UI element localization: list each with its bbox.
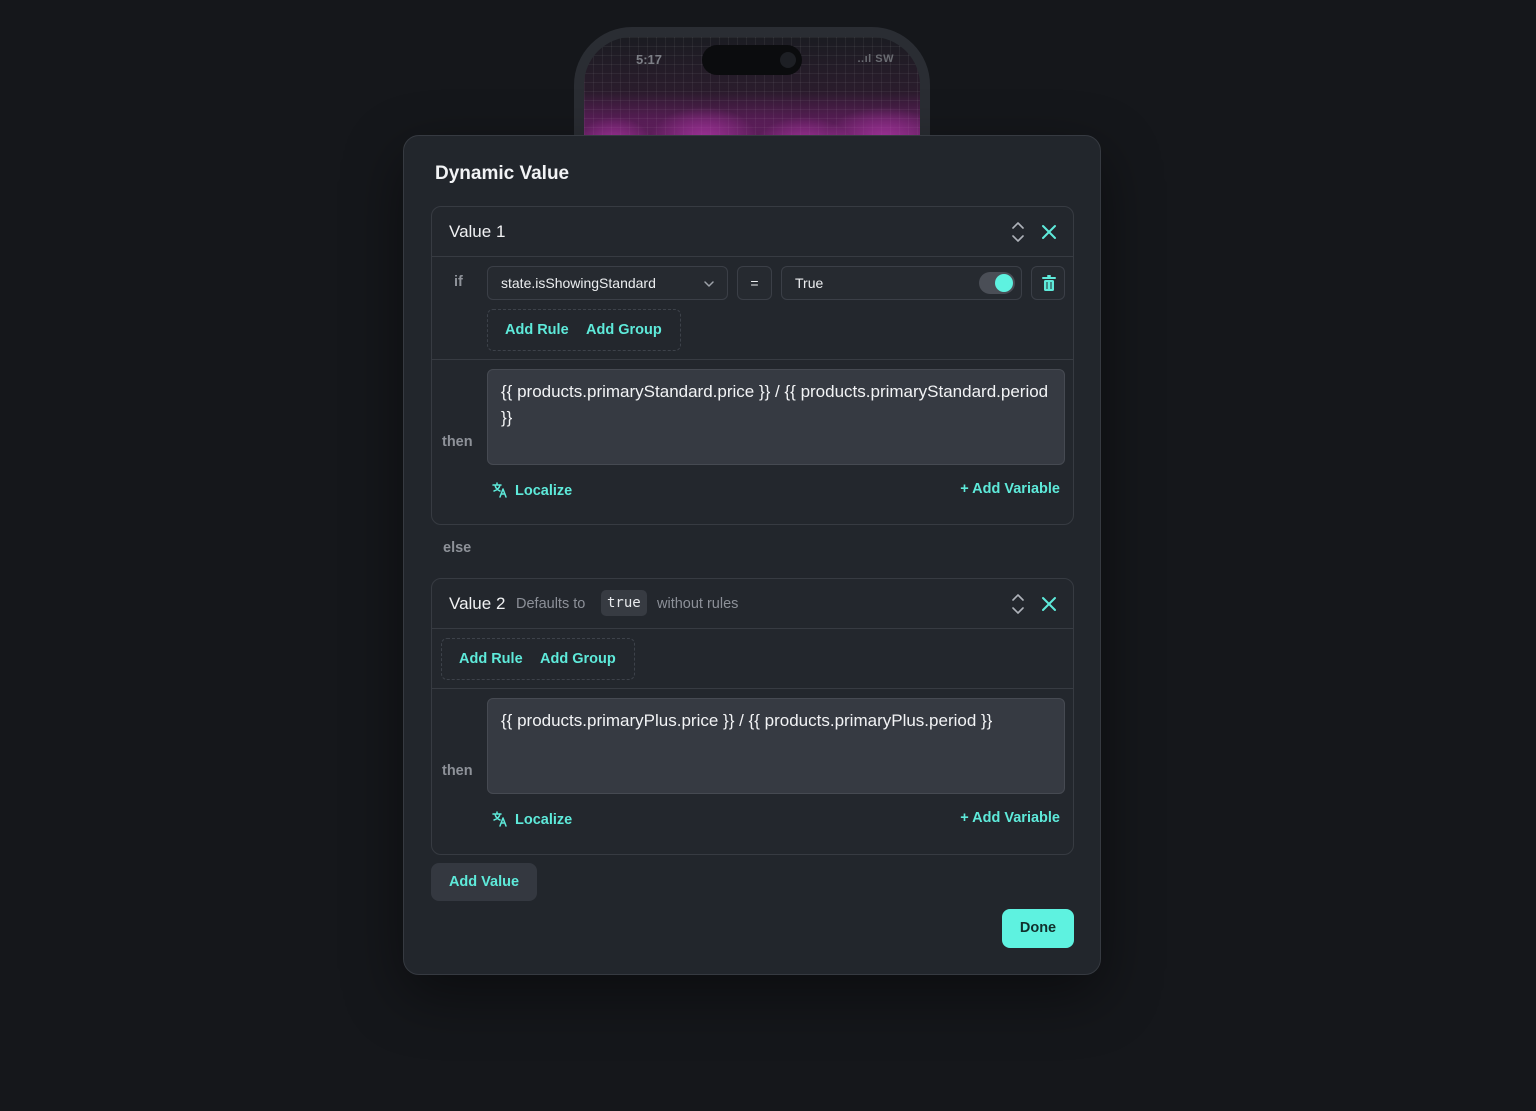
localize-label: Localize	[515, 483, 573, 499]
value-1-title: Value 1	[449, 222, 506, 241]
close-icon	[1042, 225, 1056, 239]
dynamic-value-dialog: Dynamic Value Value 1 if state.isShowing…	[403, 135, 1101, 975]
rule-actions-group: Add Rule Add Group	[441, 638, 635, 680]
default-value-chip: true	[601, 590, 647, 616]
condition-value: True	[795, 275, 824, 291]
else-label: else	[443, 540, 472, 556]
delete-rule-button[interactable]	[1031, 266, 1065, 300]
section-divider	[432, 359, 1073, 360]
done-button[interactable]: Done	[1002, 909, 1074, 948]
rule-actions-group: Add Rule Add Group	[487, 309, 681, 351]
localize-button[interactable]: Localize	[491, 810, 572, 828]
trash-icon	[1042, 275, 1056, 291]
condition-value-toggle[interactable]	[979, 272, 1015, 294]
defaults-to-label: Defaults to	[516, 596, 586, 612]
value-1-text-input[interactable]: {{ products.primaryStandard.price }} / {…	[487, 369, 1065, 465]
add-variable-button[interactable]: + Add Variable	[960, 481, 1060, 497]
value-2-card: Value 2 Defaults to true without rules A…	[431, 578, 1074, 855]
value-1-card: Value 1 if state.isShowingStandard = Tru…	[431, 206, 1074, 525]
phone-status-indicators: ..ıl SW	[857, 53, 894, 65]
value-2-text-input[interactable]: {{ products.primaryPlus.price }} / {{ pr…	[487, 698, 1065, 794]
add-rule-button[interactable]: Add Rule	[459, 651, 523, 667]
then-label: then	[442, 763, 473, 779]
add-group-button[interactable]: Add Group	[586, 322, 662, 338]
phone-clock: 5:17	[636, 52, 663, 67]
add-group-button[interactable]: Add Group	[540, 651, 616, 667]
toggle-knob	[995, 274, 1013, 292]
camera-icon	[780, 52, 796, 68]
condition-variable-select[interactable]: state.isShowingStandard	[487, 266, 728, 300]
sort-arrows-icon	[1012, 222, 1024, 242]
remove-value-1-button[interactable]	[1039, 222, 1059, 242]
reorder-button[interactable]	[1007, 220, 1029, 244]
translate-icon	[492, 811, 507, 827]
add-rule-button[interactable]: Add Rule	[505, 322, 569, 338]
localize-button[interactable]: Localize	[491, 481, 572, 499]
value-1-header: Value 1	[432, 207, 1073, 257]
add-value-button[interactable]: Add Value	[431, 863, 537, 901]
remove-value-2-button[interactable]	[1039, 594, 1059, 614]
add-variable-button[interactable]: + Add Variable	[960, 810, 1060, 826]
dialog-title: Dynamic Value	[435, 163, 570, 184]
condition-operator-select[interactable]: =	[737, 266, 772, 300]
dynamic-island	[702, 45, 802, 75]
without-rules-label: without rules	[657, 596, 739, 612]
then-label: then	[442, 434, 473, 450]
condition-value-field[interactable]: True	[781, 266, 1022, 300]
translate-icon	[492, 482, 507, 498]
sort-arrows-icon	[1012, 594, 1024, 614]
value-2-title: Value 2	[449, 594, 506, 613]
condition-variable-value: state.isShowingStandard	[501, 275, 656, 291]
section-divider	[432, 688, 1073, 689]
chevron-down-icon	[704, 281, 714, 287]
close-icon	[1042, 597, 1056, 611]
localize-label: Localize	[515, 812, 573, 828]
value-2-header: Value 2 Defaults to true without rules	[432, 579, 1073, 629]
reorder-button[interactable]	[1007, 592, 1029, 616]
if-label: if	[454, 274, 463, 290]
